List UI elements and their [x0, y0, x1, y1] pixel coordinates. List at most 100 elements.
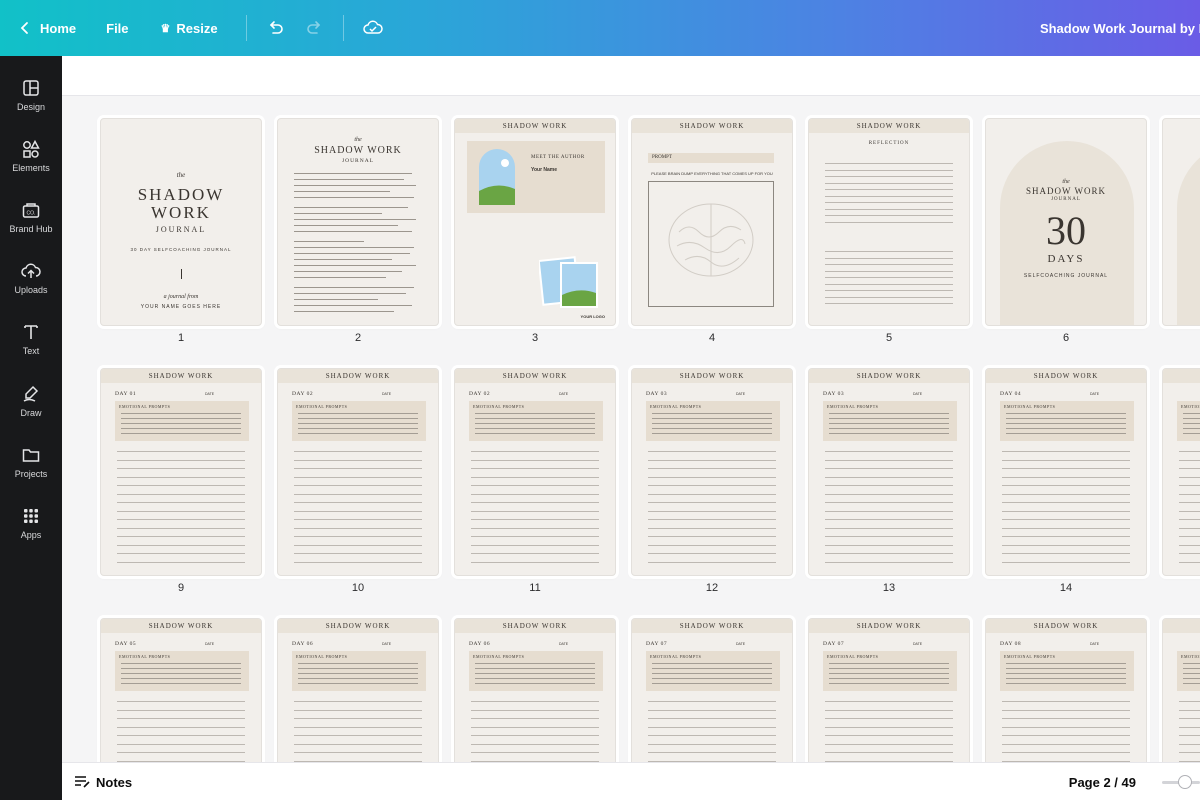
cloud-saved-icon[interactable] — [358, 13, 388, 43]
writing-line — [648, 459, 776, 461]
writing-line — [117, 502, 245, 503]
writing-line — [825, 510, 953, 512]
body-text-line — [294, 253, 410, 254]
undo-icon[interactable] — [261, 13, 291, 43]
writing-line — [1002, 476, 1130, 478]
prompt-text-line — [1183, 663, 1200, 664]
page-thumbnail-7[interactable] — [1162, 118, 1200, 326]
writing-line — [1002, 459, 1130, 461]
page-thumbnail-day[interactable]: SHADOW WORK DAY 07 DATE EMOTIONAL PROMPTS — [631, 618, 793, 762]
page-thumbnail-day[interactable]: SHADOW WORK DAY 03 DATE EMOTIONAL PROMPTS — [631, 368, 793, 576]
writing-line — [471, 476, 599, 478]
date-label: DATE — [205, 392, 215, 396]
writing-line — [825, 189, 953, 190]
day-label: DAY 06 — [292, 641, 314, 647]
page-thumbnail-day[interactable]: SHADOW WORK EMOTIONAL PROMPTS — [1162, 618, 1200, 762]
writing-line — [825, 519, 953, 520]
resize-button[interactable]: ♛ Resize — [161, 0, 218, 56]
writing-line — [294, 553, 422, 554]
writing-line — [1179, 544, 1200, 546]
page-number-1: 1 — [177, 332, 185, 344]
back-chevron-icon[interactable] — [14, 17, 36, 39]
page-thumbnail-day[interactable]: SHADOW WORK DAY 06 DATE EMOTIONAL PROMPTS — [454, 618, 616, 762]
page-thumbnail-day[interactable]: SHADOW WORK DAY 02 DATE EMOTIONAL PROMPTS — [277, 368, 439, 576]
sidebar-item-text[interactable]: Text — [0, 311, 62, 367]
prompt-text-line — [121, 683, 241, 684]
page-thumbnail-5[interactable]: SHADOW WORK REFLECTION — [808, 118, 970, 326]
page-thumbnail-day[interactable]: SHADOW WORK DAY 07 DATE EMOTIONAL PROMPTS — [808, 618, 970, 762]
page-thumbnail-day[interactable]: SHADOW WORK DAY 08 DATE EMOTIONAL PROMPTS — [985, 618, 1147, 762]
writing-line — [294, 510, 422, 512]
writing-line — [294, 451, 422, 452]
layout-icon — [23, 80, 39, 96]
page-thumbnail-day[interactable]: SHADOW WORK DAY 02 DATE EMOTIONAL PROMPTS — [454, 368, 616, 576]
page-thumbnail-1[interactable]: the SHADOW WORK JOURNAL 30 DAY SELFCOACH… — [100, 118, 262, 326]
prompt-text-line — [298, 663, 418, 664]
page-indicator[interactable]: Page 2 / 49 — [1069, 763, 1136, 801]
prompt-text-line — [829, 678, 949, 679]
text-icon — [24, 325, 38, 339]
page-header-band: SHADOW WORK — [1163, 619, 1200, 633]
home-button[interactable]: Home — [40, 0, 76, 56]
body-text-line — [294, 241, 364, 242]
redo-icon[interactable] — [299, 13, 329, 43]
page-header-band: SHADOW WORK — [632, 119, 792, 133]
writing-line — [117, 468, 245, 469]
sidebar-item-draw[interactable]: Draw — [0, 373, 62, 429]
page-thumbnail-3[interactable]: SHADOW WORK MEET THE AUTHOR Your Name YO… — [454, 118, 616, 326]
brain-dump-text: PLEASE BRAIN DUMP EVERYTHING THAT COMES … — [651, 171, 773, 176]
reflection-label: REFLECTION — [868, 141, 910, 146]
writing-line — [294, 709, 422, 711]
writing-line — [1179, 718, 1200, 719]
body-text-line — [294, 207, 408, 208]
day-label: DAY 05 — [115, 641, 137, 647]
prompt-text-line — [121, 433, 241, 434]
writing-line — [648, 527, 776, 529]
writing-line — [1002, 493, 1130, 495]
page-thumbnail-4[interactable]: SHADOW WORK PROMPT PLEASE BRAIN DUMP EVE… — [631, 118, 793, 326]
page-header-text: SHADOW WORK — [502, 372, 568, 380]
notes-button[interactable]: Notes — [74, 763, 132, 801]
writing-line — [117, 735, 245, 736]
page-header-text: SHADOW WORK — [856, 622, 922, 630]
logo-label: YOUR LOGO — [580, 314, 605, 319]
sidebar-item-elements[interactable]: Elements — [0, 128, 62, 184]
writing-line — [1002, 743, 1130, 745]
writing-line — [471, 493, 599, 495]
writing-line — [471, 468, 599, 469]
document-title[interactable]: Shadow Work Journal by H — [1040, 0, 1200, 56]
page-number: 10 — [351, 582, 365, 594]
days-number: 30 — [1046, 208, 1086, 253]
page-thumbnail-day[interactable]: SHADOW WORK DAY 06 DATE EMOTIONAL PROMPTS — [277, 618, 439, 762]
sidebar-item-brand-hub[interactable]: CO. Brand Hub — [0, 189, 62, 245]
page-header-text: SHADOW WORK — [679, 372, 745, 380]
day-label: DAY 01 — [115, 391, 137, 397]
page-header-text: SHADOW WORK — [1163, 622, 1200, 630]
page-thumbnail-day[interactable]: SHADOW WORK DAY 03 DATE EMOTIONAL PROMPTS — [808, 368, 970, 576]
prompt-text-line — [829, 413, 949, 414]
sidebar-item-uploads[interactable]: Uploads — [0, 250, 62, 306]
page-thumbnail-6[interactable]: the SHADOW WORK JOURNAL 30 DAYS SELFCOAC… — [985, 118, 1147, 326]
writing-line — [1002, 752, 1130, 753]
body-text-line — [294, 185, 416, 186]
page-header-text: SHADOW WORK — [1163, 372, 1200, 380]
page-thumbnail-day[interactable]: SHADOW WORK DAY 01 DATE EMOTIONAL PROMPTS — [100, 368, 262, 576]
page-thumbnail-day[interactable]: SHADOW WORK EMOTIONAL PROMPTS — [1162, 368, 1200, 576]
prompt-text-line — [475, 678, 595, 679]
sidebar-item-apps[interactable]: Apps — [0, 495, 62, 551]
writing-line — [648, 502, 776, 503]
page-thumbnail-day[interactable]: SHADOW WORK DAY 05 DATE EMOTIONAL PROMPTS — [100, 618, 262, 762]
writing-line — [1002, 726, 1130, 728]
sidebar-item-design[interactable]: Design — [0, 67, 62, 123]
writing-line — [1002, 502, 1130, 503]
page-header-band: SHADOW WORK — [101, 369, 261, 383]
page-thumbnail-2[interactable]: the SHADOW WORK JOURNAL — [277, 118, 439, 326]
sidebar-item-projects[interactable]: Projects — [0, 434, 62, 490]
file-menu-button[interactable]: File — [106, 0, 128, 56]
zoom-slider-thumb[interactable] — [1177, 775, 1192, 789]
notes-icon — [75, 776, 90, 788]
page-thumbnail-day[interactable]: SHADOW WORK DAY 04 DATE EMOTIONAL PROMPTS — [985, 368, 1147, 576]
page-header-text: SHADOW WORK — [325, 372, 391, 380]
prompt-text-line — [1006, 418, 1126, 419]
author-heading: MEET THE AUTHOR — [531, 155, 585, 160]
